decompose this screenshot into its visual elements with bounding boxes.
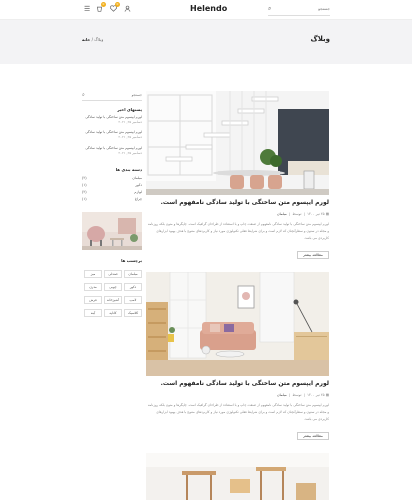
tag-chip[interactable]: مدرن — [84, 283, 102, 291]
blog-post — [146, 453, 329, 500]
recent-posts-title: پستهای اخیر — [117, 107, 142, 112]
read-more-button[interactable]: مطالعه بیشتر — [297, 432, 329, 440]
tag-chip[interactable]: لامپ — [124, 296, 142, 304]
post-date: ۲۵ تیر ۱۴۰۰ — [307, 393, 325, 397]
wishlist-icon[interactable]: 0 — [110, 2, 120, 14]
calendar-icon: ▦ — [325, 393, 329, 397]
user-icon[interactable] — [124, 5, 131, 14]
cart-count-badge: 0 — [101, 2, 106, 7]
recent-post[interactable]: لورم ایپسوم متن ساختگی با تولید سادگی دس… — [82, 115, 142, 125]
post-title[interactable]: لورم ایپسوم متن ساختگی با تولید سادگی نا… — [146, 199, 329, 206]
tag-chip[interactable]: کاناپه — [104, 309, 122, 317]
tag-chip[interactable]: کلاسیک — [124, 309, 142, 317]
tag-chip[interactable]: مبلمان — [124, 270, 142, 278]
tag-chip[interactable]: صندلی — [104, 270, 122, 278]
post-title[interactable]: لورم ایپسوم متن ساختگی با تولید سادگی نا… — [146, 380, 329, 387]
recent-post-date: دسامبر ۲۵, ۲۰۲۱ — [118, 135, 142, 139]
post-category[interactable]: مبلمان — [277, 212, 287, 216]
post-date: ۲۵ تیر ۱۴۰۰ — [307, 212, 325, 216]
search-icon[interactable]: ⌕ — [268, 5, 271, 13]
sidebar-search[interactable]: ⌕ — [82, 91, 142, 101]
site-header: ☰ 0 0 Helendo ⌕ — [0, 0, 412, 20]
read-more-button[interactable]: مطالعه بیشتر — [297, 251, 329, 259]
breadcrumb-separator: / — [91, 37, 93, 42]
category-item[interactable]: (۲) مبلمان — [82, 176, 142, 182]
tag-chip[interactable]: میز — [84, 270, 102, 278]
tag-chip[interactable]: چوبی — [104, 283, 122, 291]
post-image[interactable] — [146, 453, 329, 500]
breadcrumb: وبلاگ / خانه — [82, 37, 103, 42]
wishlist-count-badge: 0 — [115, 2, 120, 7]
tag-chip[interactable]: فرش — [84, 296, 102, 304]
category-count: (۲) — [82, 176, 87, 180]
tag-chip[interactable]: آینه — [84, 309, 102, 317]
category-item[interactable]: (۲) لوازم — [82, 190, 142, 196]
cart-icon[interactable]: 0 — [96, 2, 106, 14]
sidebar-promo-image[interactable] — [82, 212, 142, 250]
post-meta: ▦ ۲۵ تیر ۱۴۰۰ | توسط | مبلمان — [277, 393, 329, 397]
breadcrumb-current: وبلاگ — [94, 37, 104, 42]
page-banner: وبلاگ وبلاگ / خانه — [0, 20, 412, 64]
category-count: (۲) — [82, 190, 87, 194]
category-item[interactable]: (۱) چراغ — [82, 197, 142, 203]
category-label[interactable]: چراغ — [135, 197, 142, 201]
breadcrumb-home[interactable]: خانه — [82, 37, 90, 42]
header-search[interactable]: ⌕ — [268, 4, 330, 16]
recent-post-date: دسامبر ۲۵, ۲۰۲۱ — [118, 120, 142, 124]
category-count: (۱) — [82, 197, 87, 201]
site-logo[interactable]: Helendo — [190, 4, 227, 13]
blog-post: لورم ایپسوم متن ساختگی با تولید سادگی نا… — [146, 91, 329, 261]
category-label[interactable]: دکور — [135, 183, 142, 187]
category-count: (۱) — [82, 183, 87, 187]
category-label[interactable]: لوازم — [134, 190, 142, 194]
post-meta: ▦ ۲۵ تیر ۱۴۰۰ | توسط | مبلمان — [277, 212, 329, 216]
post-author: توسط — [292, 393, 302, 397]
blog-post: لورم ایپسوم متن ساختگی با تولید سادگی نا… — [146, 272, 329, 442]
post-image[interactable] — [146, 272, 329, 376]
categories-title: دسته بندی ها — [115, 167, 142, 172]
menu-icon[interactable]: ☰ — [84, 5, 90, 13]
post-excerpt: لورم ایپسوم متن ساختگی با تولید سادگی نا… — [147, 222, 329, 240]
recent-post-date: دسامبر ۲۵, ۲۰۲۱ — [118, 151, 142, 155]
post-author: توسط — [292, 212, 302, 216]
category-item[interactable]: (۱) دکور — [82, 183, 142, 189]
post-category[interactable]: مبلمان — [277, 393, 287, 397]
tag-chip[interactable]: آشپزخانه — [104, 296, 122, 304]
page-title: وبلاگ — [310, 35, 330, 43]
recent-post[interactable]: لورم ایپسوم متن ساختگی با تولید سادگی دس… — [82, 130, 142, 140]
recent-post[interactable]: لورم ایپسوم متن ساختگی با تولید سادگی دس… — [82, 146, 142, 156]
tag-chip[interactable]: دکور — [124, 283, 142, 291]
post-image[interactable] — [146, 91, 329, 195]
header-search-input[interactable] — [280, 6, 330, 11]
post-excerpt: لورم ایپسوم متن ساختگی با تولید سادگی نا… — [147, 403, 329, 421]
category-label[interactable]: مبلمان — [132, 176, 142, 180]
tags-title: برچسب ها — [121, 258, 142, 263]
search-icon[interactable]: ⌕ — [82, 92, 85, 98]
calendar-icon: ▦ — [325, 212, 329, 216]
sidebar-search-input[interactable] — [90, 93, 142, 97]
